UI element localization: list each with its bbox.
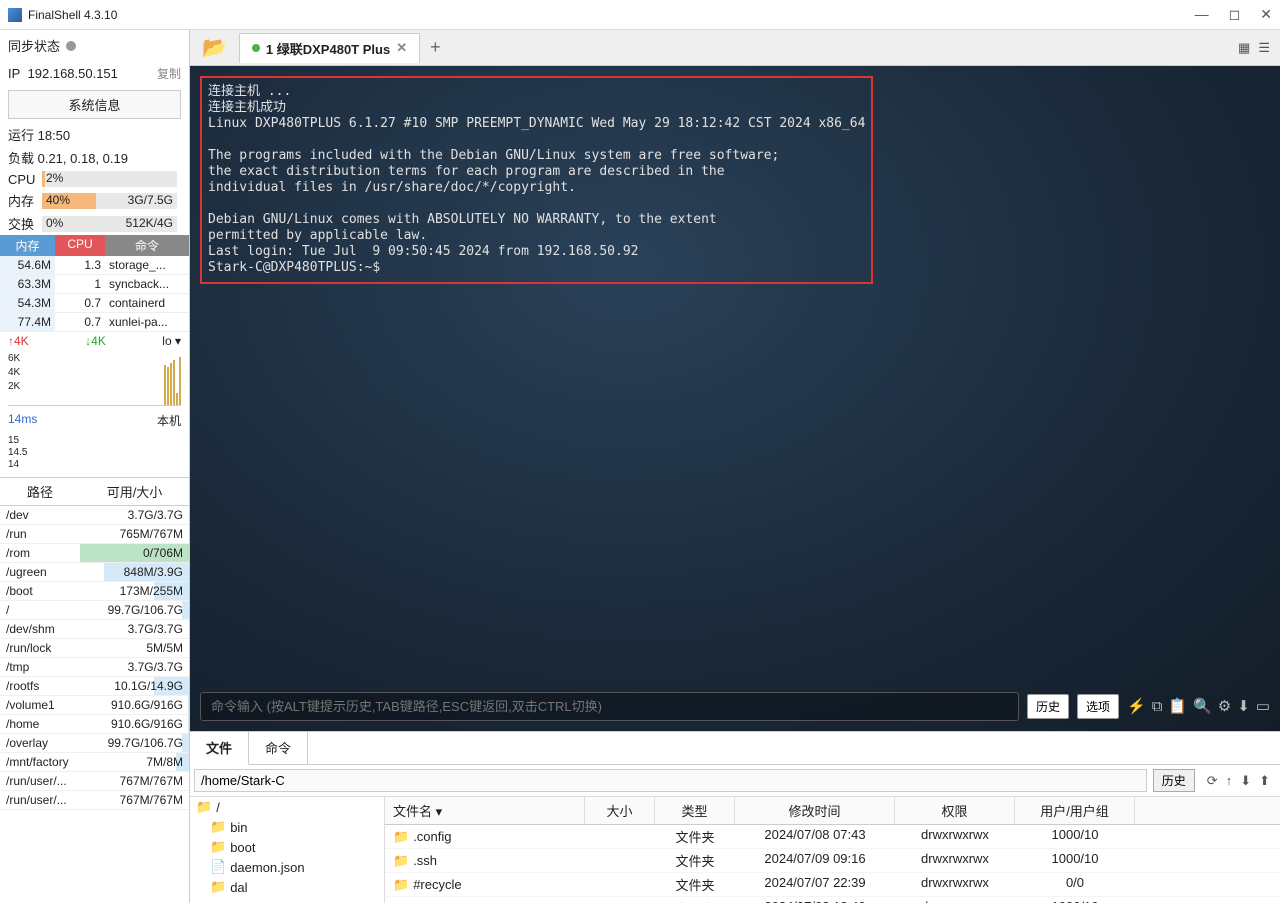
- minimize-button[interactable]: —: [1195, 6, 1209, 23]
- titlebar: FinalShell 4.3.10 — ◻ ✕: [0, 0, 1280, 30]
- disk-header: 路径 可用/大小: [0, 477, 189, 506]
- close-button[interactable]: ✕: [1260, 6, 1272, 23]
- paste-icon[interactable]: 📋: [1168, 699, 1187, 715]
- tree-item[interactable]: 📄daemon.json: [190, 857, 384, 877]
- disk-row[interactable]: /tmp3.7G/3.7G: [0, 658, 189, 677]
- disk-row[interactable]: /volume1910.6G/916G: [0, 696, 189, 715]
- download-file-icon[interactable]: ⬇: [1240, 773, 1251, 789]
- disk-row[interactable]: /mnt/factory7M/8M: [0, 753, 189, 772]
- ping-chart: 1514.514: [8, 435, 181, 475]
- net-stats: ↑4K ↓4K lo ▾: [0, 332, 189, 350]
- disk-row[interactable]: /run/user/...767M/767M: [0, 772, 189, 791]
- tree-item[interactable]: 📁/: [190, 797, 384, 817]
- process-row[interactable]: 77.4M0.7xunlei-pa...: [0, 313, 189, 332]
- load-label: 负载 0.21, 0.18, 0.19: [0, 146, 189, 169]
- uptime-label: 运行 18:50: [0, 123, 189, 146]
- bolt-icon[interactable]: ⚡: [1127, 699, 1146, 715]
- file-row[interactable]: 📁.config文件夹2024/07/08 07:43drwxrwxrwx100…: [385, 825, 1280, 849]
- disk-row[interactable]: /rom0/706M: [0, 544, 189, 563]
- tab-connection[interactable]: 1 绿联DXP480T Plus ✕: [239, 33, 420, 63]
- sync-dot-icon: [66, 41, 76, 51]
- maximize-button[interactable]: ◻: [1229, 6, 1241, 23]
- disk-row[interactable]: /boot173M/255M: [0, 582, 189, 601]
- disk-row[interactable]: /dev/shm3.7G/3.7G: [0, 620, 189, 639]
- gear-icon[interactable]: ⚙: [1218, 699, 1231, 715]
- app-icon: [8, 8, 22, 22]
- filelist-header[interactable]: 文件名 ▾ 大小 类型 修改时间 权限 用户/用户组: [385, 797, 1280, 825]
- process-header: 内存 CPU 命令: [0, 235, 189, 256]
- ping-host-select[interactable]: 本机: [157, 412, 181, 429]
- path-history-button[interactable]: 历史: [1153, 769, 1195, 792]
- path-input[interactable]: [194, 769, 1147, 792]
- grid-view-icon[interactable]: ▦: [1238, 40, 1250, 56]
- file-row[interactable]: 📁Photos文件夹2024/07/08 18:40drwxrwxrwx1000…: [385, 897, 1280, 903]
- tree-item[interactable]: 📁bin: [190, 817, 384, 837]
- terminal-output: 连接主机 ... 连接主机成功 Linux DXP480TPLUS 6.1.27…: [208, 84, 865, 276]
- open-folder-icon[interactable]: 📂: [190, 35, 239, 60]
- tree-item[interactable]: 📁boot: [190, 837, 384, 857]
- ping-stats: 14ms 本机: [0, 408, 189, 433]
- tree-item[interactable]: 📁dal: [190, 877, 384, 897]
- copy-icon[interactable]: ⧉: [1152, 699, 1163, 715]
- up-icon[interactable]: ↑: [1226, 773, 1233, 789]
- disk-row[interactable]: /rootfs10.1G/14.9G: [0, 677, 189, 696]
- fullscreen-icon[interactable]: ▭: [1256, 699, 1270, 715]
- menu-icon[interactable]: ☰: [1258, 40, 1270, 56]
- bottom-panel: 文件 命令 历史 ⟳ ↑ ⬇ ⬆ 📁/📁bin📁boot📄daemon.json…: [190, 731, 1280, 903]
- tab-files[interactable]: 文件: [190, 732, 249, 765]
- tab-close-icon[interactable]: ✕: [396, 40, 407, 56]
- sysinfo-button[interactable]: 系统信息: [8, 90, 181, 119]
- disk-row[interactable]: /run/user/...767M/767M: [0, 791, 189, 810]
- tab-commands[interactable]: 命令: [249, 732, 308, 764]
- disk-row[interactable]: /99.7G/106.7G: [0, 601, 189, 620]
- app-title: FinalShell 4.3.10: [28, 8, 1195, 22]
- history-button[interactable]: 历史: [1027, 694, 1069, 719]
- ip-label: IP 192.168.50.151: [8, 66, 118, 81]
- options-button[interactable]: 选项: [1077, 694, 1119, 719]
- process-row[interactable]: 63.3M1syncback...: [0, 275, 189, 294]
- refresh-icon[interactable]: ⟳: [1207, 773, 1218, 789]
- disk-row[interactable]: /dev3.7G/3.7G: [0, 506, 189, 525]
- disk-row[interactable]: /run765M/767M: [0, 525, 189, 544]
- disk-row[interactable]: /overlay99.7G/106.7G: [0, 734, 189, 753]
- process-row[interactable]: 54.3M0.7containerd: [0, 294, 189, 313]
- download-icon[interactable]: ⬇: [1237, 699, 1250, 715]
- net-interface-select[interactable]: lo ▾: [162, 334, 181, 348]
- mem-bar: 内存 40%3G/7.5G: [0, 189, 189, 212]
- process-row[interactable]: 54.6M1.3storage_...: [0, 256, 189, 275]
- upload-file-icon[interactable]: ⬆: [1259, 773, 1270, 789]
- disk-row[interactable]: /home910.6G/916G: [0, 715, 189, 734]
- file-tree[interactable]: 📁/📁bin📁boot📄daemon.json📁dal: [190, 797, 385, 903]
- sync-status: 同步状态: [0, 30, 189, 61]
- tabs-bar: 📂 1 绿联DXP480T Plus ✕ + ▦ ☰: [190, 30, 1280, 66]
- copy-button[interactable]: 复制: [157, 65, 181, 82]
- net-chart: 6K4K2K: [8, 352, 181, 406]
- add-tab-button[interactable]: +: [420, 37, 451, 58]
- file-row[interactable]: 📁#recycle文件夹2024/07/07 22:39drwxrwxrwx0/…: [385, 873, 1280, 897]
- disk-row[interactable]: /run/lock5M/5M: [0, 639, 189, 658]
- disk-row[interactable]: /ugreen848M/3.9G: [0, 563, 189, 582]
- cpu-bar: CPU 2%: [0, 169, 189, 189]
- sidebar: 同步状态 IP 192.168.50.151 复制 系统信息 运行 18:50 …: [0, 30, 190, 903]
- file-row[interactable]: 📁.ssh文件夹2024/07/09 09:16drwxrwxrwx1000/1…: [385, 849, 1280, 873]
- search-icon[interactable]: 🔍: [1193, 699, 1212, 715]
- terminal[interactable]: 连接主机 ... 连接主机成功 Linux DXP480TPLUS 6.1.27…: [190, 66, 1280, 731]
- status-dot-icon: [252, 44, 260, 52]
- swap-bar: 交换 0%512K/4G: [0, 212, 189, 235]
- command-input[interactable]: [200, 692, 1019, 721]
